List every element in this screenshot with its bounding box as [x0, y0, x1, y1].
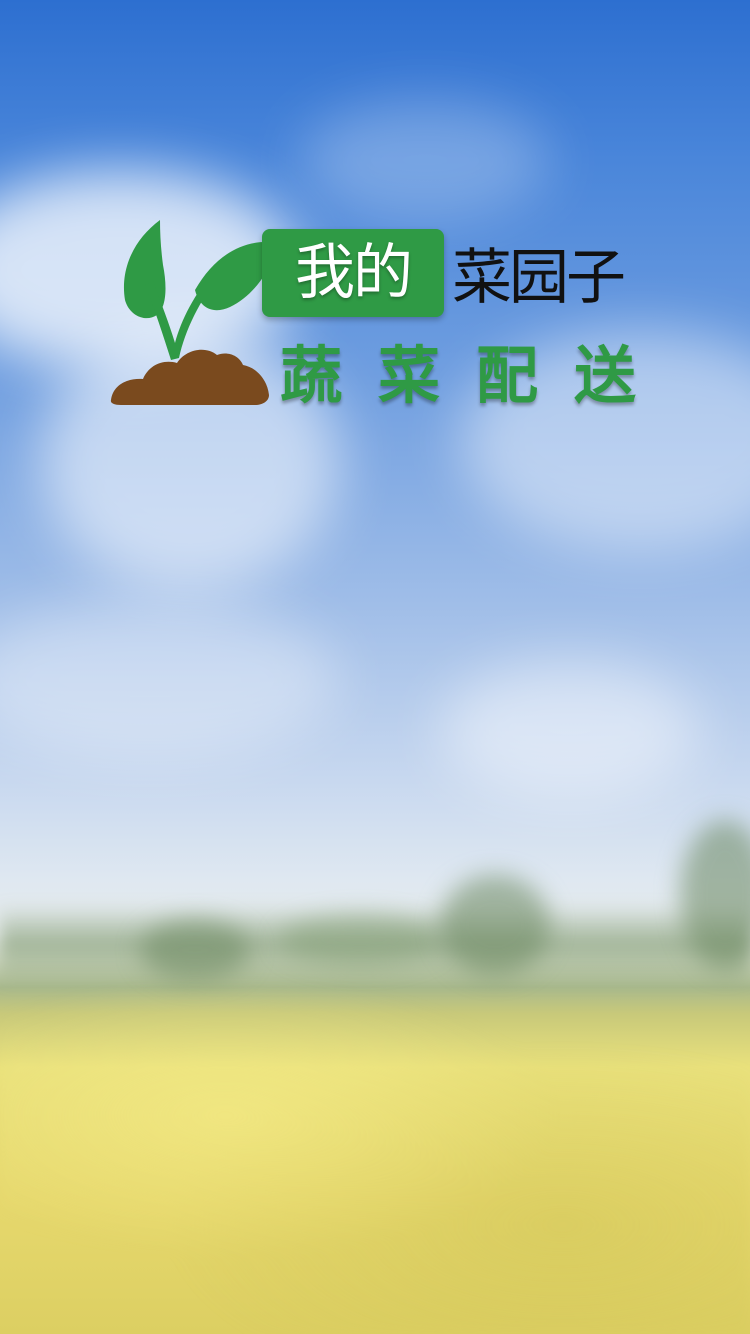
- field: [0, 970, 750, 1334]
- splash-screen: 我的 菜园子 蔬菜配送: [0, 0, 750, 1334]
- sprout-logo-icon: [110, 220, 280, 405]
- cloud: [440, 660, 700, 800]
- title-rest-text: 菜园子: [452, 243, 626, 313]
- tree: [280, 915, 440, 965]
- tree: [440, 875, 550, 975]
- cloud: [0, 600, 340, 760]
- cloud: [300, 100, 550, 220]
- title-highlight-text: 我的: [295, 238, 413, 308]
- subtitle-text: 蔬菜配送: [280, 339, 673, 412]
- title-highlight-badge: 我的: [262, 229, 444, 317]
